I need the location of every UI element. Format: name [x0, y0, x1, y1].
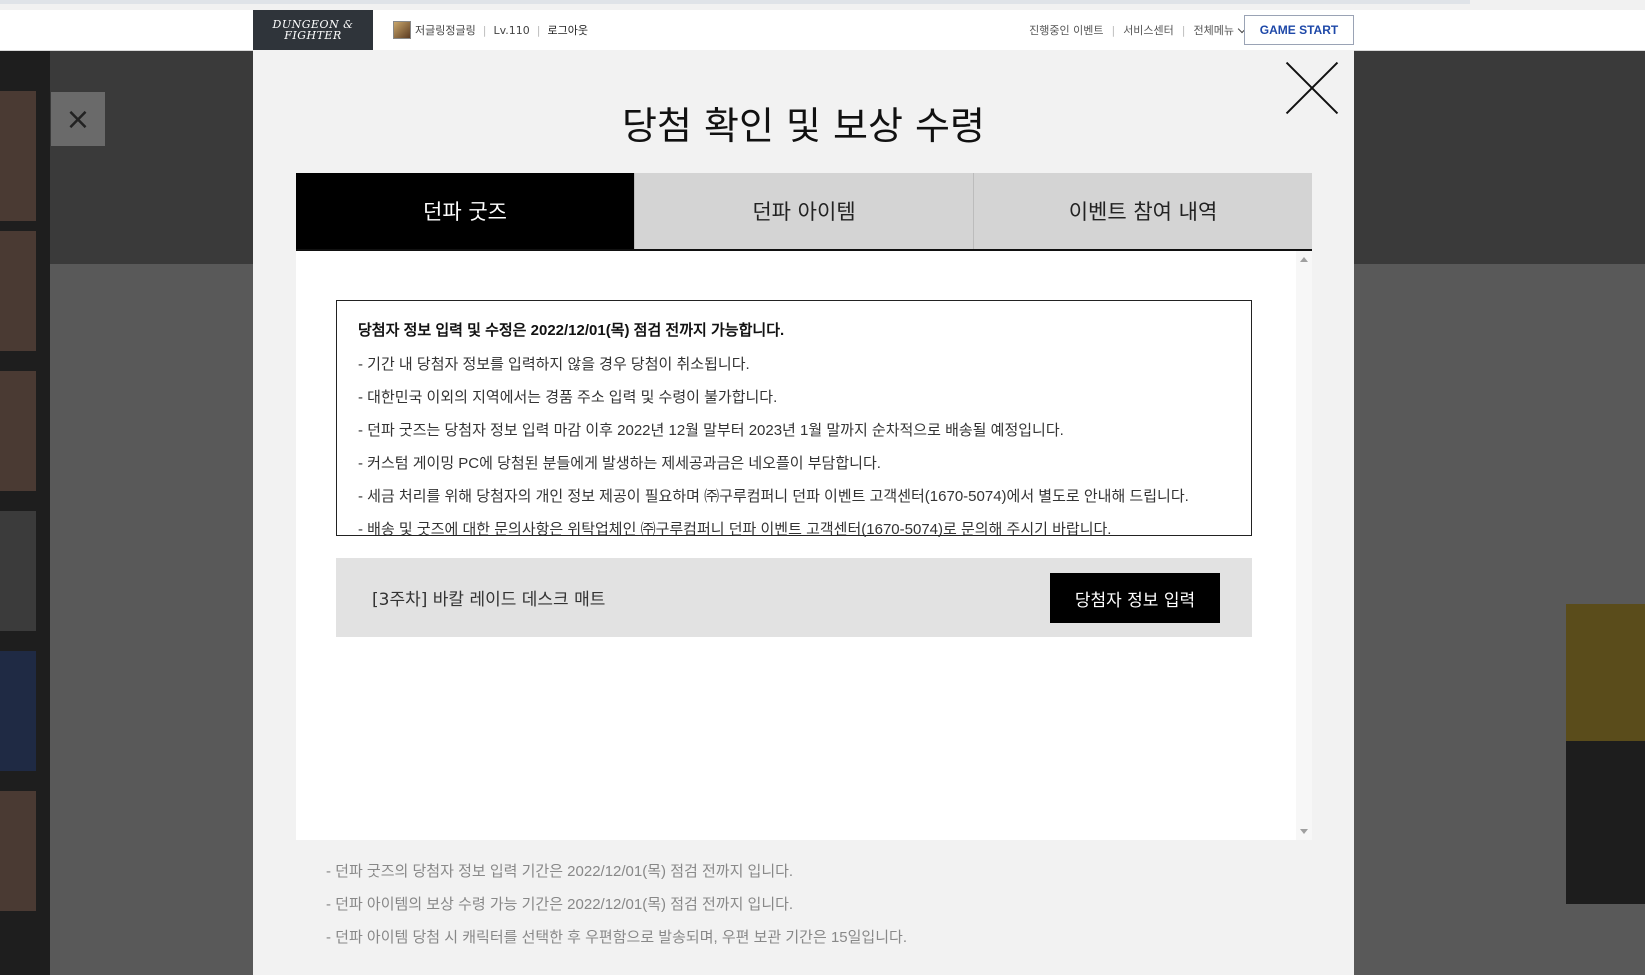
- logo-text: DUNGEON & FIGHTER: [272, 18, 354, 42]
- link-all-menu[interactable]: 전체메뉴: [1193, 22, 1247, 38]
- bg-close-icon[interactable]: ×: [51, 92, 105, 146]
- game-start-button[interactable]: GAME START: [1244, 15, 1354, 45]
- link-service-center[interactable]: 서비스센터: [1123, 22, 1174, 38]
- notice-line: - 커스텀 게이밍 PC에 당첨된 분들에게 발생하는 제세공과금은 네오플이 …: [358, 455, 881, 472]
- site-header: DUNGEON & FIGHTER 저글링정글링 | Lv.110 | 로그아웃…: [0, 10, 1645, 51]
- address-bar: [0, 0, 1470, 4]
- user-level: Lv.110: [493, 23, 530, 37]
- bg-left-thumbnails: [0, 51, 50, 975]
- character-avatar-icon: [393, 21, 411, 39]
- bg-thumbnail: [0, 511, 36, 631]
- notice-line: - 배송 및 굿즈에 대한 문의사항은 위탁업체인 ㈜구루컴퍼니 던파 이벤트 …: [358, 521, 1112, 538]
- bg-right-card-gold: [1566, 604, 1645, 741]
- notice-line: - 던파 굿즈는 당첨자 정보 입력 마감 이후 2022년 12월 말부터 2…: [358, 422, 1064, 439]
- bg-thumbnail: [0, 231, 36, 351]
- footnotes: - 던파 굿즈의 당첨자 정보 입력 기간은 2022/12/01(목) 점검 …: [326, 860, 907, 959]
- footnote-line: - 던파 굿즈의 당첨자 정보 입력 기간은 2022/12/01(목) 점검 …: [326, 863, 794, 880]
- prize-name: [3주차] 바칼 레이드 데스크 매트: [372, 590, 606, 610]
- link-ongoing-events[interactable]: 진행중인 이벤트: [1029, 22, 1103, 38]
- divider: |: [1111, 23, 1116, 37]
- notice-line: - 대한민국 이외의 지역에서는 경품 주소 입력 및 수령이 불가합니다.: [358, 389, 778, 406]
- header-links: 진행중인 이벤트 | 서비스센터 | 전체메뉴: [1029, 10, 1247, 50]
- all-menu-label: 전체메뉴: [1193, 24, 1234, 37]
- tab-dnf-items[interactable]: 던파 아이템: [635, 173, 974, 249]
- scroll-up-arrow-icon[interactable]: [1300, 257, 1308, 262]
- dnf-logo[interactable]: DUNGEON & FIGHTER: [253, 10, 373, 50]
- tab-panel: 당첨자 정보 입력 및 수정은 2022/12/01(목) 점검 전까지 가능합…: [296, 251, 1296, 840]
- prize-row: [3주차] 바칼 레이드 데스크 매트 당첨자 정보 입력: [336, 558, 1252, 637]
- scroll-down-arrow-icon[interactable]: [1300, 829, 1308, 834]
- footnote-line: - 던파 아이템 당첨 시 캐릭터를 선택한 후 우편함으로 발송되며, 우편 …: [326, 929, 907, 946]
- modal-title: 당첨 확인 및 보상 수령: [622, 104, 985, 148]
- bg-thumbnail: [0, 791, 36, 911]
- footnote-line: - 던파 아이템의 보상 수령 가능 기간은 2022/12/01(목) 점검 …: [326, 896, 794, 913]
- divider: |: [536, 23, 541, 37]
- panel-scrollbar[interactable]: [1296, 251, 1312, 840]
- bg-right-card: [1566, 604, 1645, 904]
- reward-modal: 당첨 확인 및 보상 수령 던파 굿즈 던파 아이템 이벤트 참여 내역 당첨자…: [253, 50, 1354, 975]
- bg-thumbnail: [0, 651, 36, 771]
- logout-link[interactable]: 로그아웃: [547, 22, 587, 38]
- enter-winner-info-button[interactable]: 당첨자 정보 입력: [1050, 573, 1220, 623]
- notice-heading: 당첨자 정보 입력 및 수정은 2022/12/01(목) 점검 전까지 가능합…: [358, 322, 785, 339]
- notice-box: 당첨자 정보 입력 및 수정은 2022/12/01(목) 점검 전까지 가능합…: [336, 300, 1252, 538]
- bg-thumbnail: [0, 371, 36, 491]
- tab-dnf-goods[interactable]: 던파 굿즈: [296, 173, 635, 249]
- user-info: 저글링정글링 | Lv.110 | 로그아웃: [393, 10, 588, 50]
- bg-thumbnail: [0, 91, 36, 221]
- notice-line: - 기간 내 당첨자 정보를 입력하지 않을 경우 당첨이 취소됩니다.: [358, 356, 750, 373]
- notice-line: - 세금 처리를 위해 당첨자의 개인 정보 제공이 필요하며 ㈜구루컴퍼니 던…: [358, 488, 1189, 505]
- divider: |: [1181, 23, 1186, 37]
- tab-event-history[interactable]: 이벤트 참여 내역: [974, 173, 1312, 249]
- tab-bar: 던파 굿즈 던파 아이템 이벤트 참여 내역: [296, 173, 1312, 251]
- divider: |: [482, 23, 487, 37]
- user-name: 저글링정글링: [415, 24, 476, 37]
